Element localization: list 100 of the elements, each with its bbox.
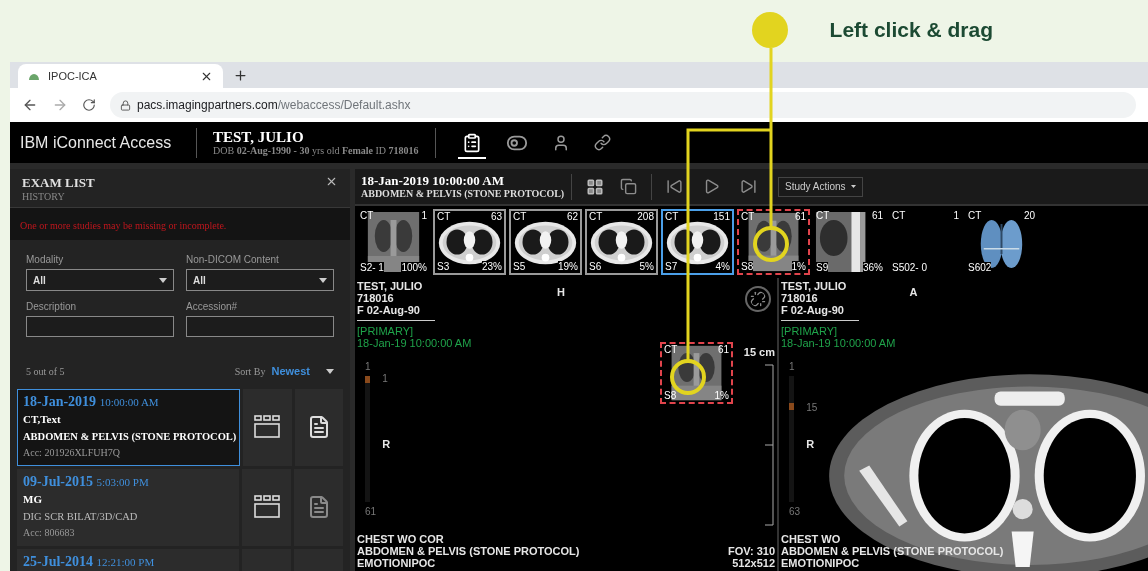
series-thumbnail[interactable]: CT 1 S2- 1 100% [357,209,430,275]
link-icon[interactable] [593,134,611,151]
sort-dropdown[interactable]: Newest [271,363,310,380]
image-count: 61 [794,211,806,223]
series-label: S8 [664,390,677,402]
orientation-label: H [557,286,565,298]
series-tag: [PRIMARY] [357,325,472,337]
slice-current: 15 [806,401,818,416]
last-image-icon[interactable] [740,178,757,195]
patient-details: DOB 02-Aug-1990 - 30 yrs old Female ID 718016 [213,144,419,157]
accession-number: Acc: 806683 [23,525,76,540]
loaded-percent: 5% [639,261,654,273]
series-icon[interactable] [254,415,281,439]
series-icon[interactable] [253,495,280,519]
series-thumbnail[interactable]: CT 208 S6 5% [585,209,658,275]
play-icon[interactable] [703,178,720,195]
filter-select[interactable]: All [186,269,334,291]
modality-label: CT [892,210,906,222]
exam-card[interactable]: 09-Jul-2015 5:03:00 PM MG DIG SCR BILAT/3D/CAD Acc: 806683 [17,468,240,546]
patient-info: F 02-Aug-90 [781,304,845,316]
image-count: 20 [1023,210,1035,222]
series-description: CHEST WO COR [357,533,445,545]
panel-title: EXAM LIST [22,175,95,191]
panel-subtitle: HISTORY [22,191,66,203]
image-count: 1 [421,210,427,222]
windows-icon[interactable] [620,178,637,195]
exam-card[interactable]: 25-Jul-2014 12:21:00 PM [17,548,240,571]
patient-info: 718016 [357,292,395,304]
slice-last: 61 [365,505,377,519]
modality-label: CT [968,210,982,222]
image-viewport[interactable]: TEST, JULIO 718016 F 02-Aug-90 [PRIMARY] 18-Jan-19 10:00:00 AM 1 61 1 R H CT 61 S8 1% 15 cm CHEST WO COR ABDOMEN & PELVIS (STONE PROTOCOL) EMOTIONIPOC FOV: 310 512x512 [355,278,779,571]
orientation-label: R [382,438,391,450]
image-count: 62 [566,211,578,223]
first-image-icon[interactable] [666,178,683,195]
loaded-percent: 100% [401,262,427,274]
slice-scrollbar[interactable] [365,376,370,502]
dragged-thumbnail[interactable]: CT 61 S8 1% [660,342,733,404]
exam-description: ABDOMEN & PELVIS (STONE PROTOCOL) [23,429,234,444]
reload-icon[interactable] [82,98,96,112]
patient-name: TEST, JULIO [213,128,305,145]
series-label: S502- 0 [892,262,928,274]
modality-label: CT [664,344,678,356]
loaded-percent: 36% [863,262,883,274]
series-label: S6 [589,261,602,273]
loaded-percent: 1% [714,390,729,402]
series-thumbnail[interactable]: CT 151 S7 4% [661,209,734,275]
slice-marker[interactable] [365,376,370,383]
favicon-icon [28,71,40,81]
lock-icon [120,99,131,111]
exam-modality: CT,Text [23,411,62,427]
orientation-label: R [806,438,816,450]
result-count: 5 out of 5 [26,364,65,379]
exam-card[interactable]: 18-Jan-2019 10:00:00 AM CT,Text ABDOMEN & PELVIS (STONE PROTOCOL) Acc: 201926XLFUH7Q [17,388,240,466]
study-actions-dropdown[interactable]: Study Actions [778,176,863,197]
modality-label: CT [360,210,374,222]
slice-marker[interactable] [789,402,794,410]
caret-icon[interactable] [326,368,334,374]
loaded-percent: 4% [715,261,730,273]
study-date: 18-Jan-2019 10:00:00 AM [361,173,505,188]
series-tile[interactable] [242,468,292,546]
orientation-label: A [909,286,918,298]
filter-input[interactable] [26,316,174,337]
layout-grid-icon[interactable] [586,177,604,196]
filter-label: Accession# [186,300,239,314]
study-datetime: 18-Jan-19 10:00:00 AM [357,337,472,349]
image-count: 208 [637,211,654,223]
series-label: S5 [513,261,526,273]
report-tile[interactable] [294,388,343,466]
series-description: ABDOMEN & PELVIS (STONE PROTOCOL) [357,545,580,557]
series-thumbnail[interactable]: CT 61 S9 36% [813,209,886,275]
series-tile[interactable] [243,388,292,466]
filter-input[interactable] [186,316,334,337]
new-tab-icon[interactable] [233,68,248,83]
series-label: S7 [665,261,678,273]
app-title: IBM iConnect Access [19,132,173,153]
exam-modality: MG [23,491,43,507]
series-description: ABDOMEN & PELVIS (STONE PROTOCOL) [781,545,1004,557]
patient-info: 718016 [781,292,819,304]
slice-scrollbar[interactable] [789,376,794,502]
back-icon[interactable] [22,97,38,113]
series-label: S3 [437,261,450,273]
browser-tab[interactable]: IPOC-ICA [18,64,223,88]
close-icon[interactable] [325,175,338,188]
report-tile[interactable] [294,468,343,546]
series-thumbnail[interactable]: CT 63 S3 23% [433,209,506,275]
filter-select[interactable]: All [26,269,174,291]
address-bar[interactable]: pacs.imagingpartners.com/webaccess/Default.ashx [110,92,1136,118]
filter-label: Non-DICOM Content [186,253,280,267]
series-description: CHEST WO [781,533,842,545]
highlight-ring [753,226,789,262]
series-label: S2- 1 [360,262,384,274]
study-description: ABDOMEN & PELVIS (STONE PROTOCOL) [361,188,566,200]
slice-current: 1 [382,372,389,386]
loaded-percent: 19% [558,261,578,273]
modality-label: CT [665,211,679,223]
unlink-icon[interactable] [745,286,771,312]
series-thumbnail[interactable]: CT 61 S8 1% [737,209,810,275]
url-text: pacs.imagingpartners.com/webaccess/Default.ashx [137,97,411,114]
series-thumbnail[interactable]: CT 62 S5 19% [509,209,582,275]
modality-label: CT [513,211,527,223]
